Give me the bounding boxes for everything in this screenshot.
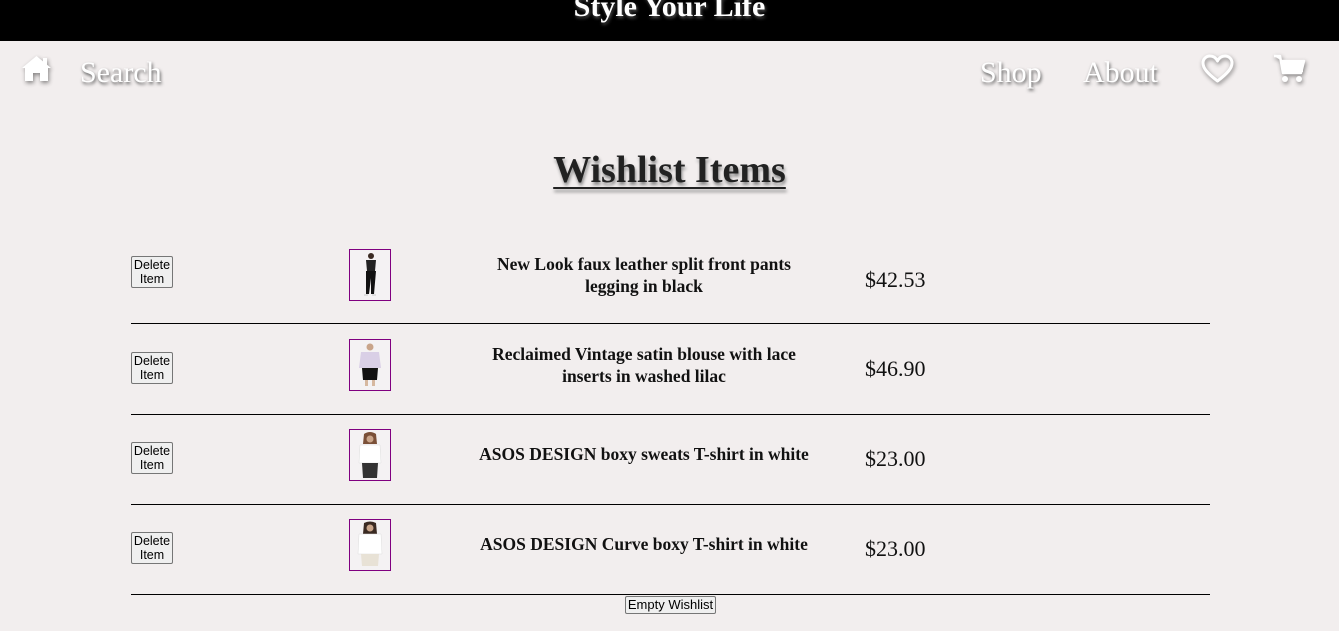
wishlist-row: Delete Item Reclaimed Vintage satin blou… [131, 324, 1210, 415]
delete-item-button[interactable]: Delete Item [131, 442, 173, 474]
search-link[interactable]: Search [80, 58, 162, 88]
product-name: ASOS DESIGN Curve boxy T-shirt in white [480, 534, 808, 554]
home-icon[interactable] [21, 55, 52, 82]
delete-item-button[interactable]: Delete Item [131, 352, 173, 384]
product-thumbnail[interactable] [349, 249, 391, 301]
product-price: $46.90 [865, 356, 926, 381]
product-name: New Look faux leather split front pants … [497, 254, 791, 296]
cart-icon[interactable] [1273, 54, 1306, 84]
brand-title: Style Your Life [573, 0, 766, 23]
product-price: $23.00 [865, 536, 926, 561]
product-thumbnail[interactable] [349, 429, 391, 481]
delete-item-button[interactable]: Delete Item [131, 256, 173, 288]
about-link[interactable]: About [1083, 58, 1158, 88]
wishlist-row: Delete Item New Look faux leather split … [131, 233, 1210, 324]
product-price: $42.53 [865, 267, 926, 292]
delete-item-button[interactable]: Delete Item [131, 532, 173, 564]
product-price: $23.00 [865, 446, 926, 471]
top-banner: Style Your Life [0, 0, 1339, 41]
wishlist-row: Delete Item ASOS DESIGN boxy sweats T-sh… [131, 414, 1210, 505]
page-title: Wishlist Items [553, 149, 786, 191]
heart-icon[interactable] [1201, 54, 1234, 84]
shop-link[interactable]: Shop [980, 58, 1042, 88]
product-thumbnail[interactable] [349, 519, 391, 571]
product-name: ASOS DESIGN boxy sweats T-shirt in white [479, 444, 809, 464]
empty-wishlist-button[interactable]: Empty Wishlist [625, 596, 716, 614]
wishlist-row: Delete Item ASOS DESIGN Curve boxy T-shi… [131, 504, 1210, 595]
main-nav: Search Shop About [0, 41, 1339, 111]
product-name: Reclaimed Vintage satin blouse with lace… [492, 344, 796, 386]
product-thumbnail[interactable] [349, 339, 391, 391]
